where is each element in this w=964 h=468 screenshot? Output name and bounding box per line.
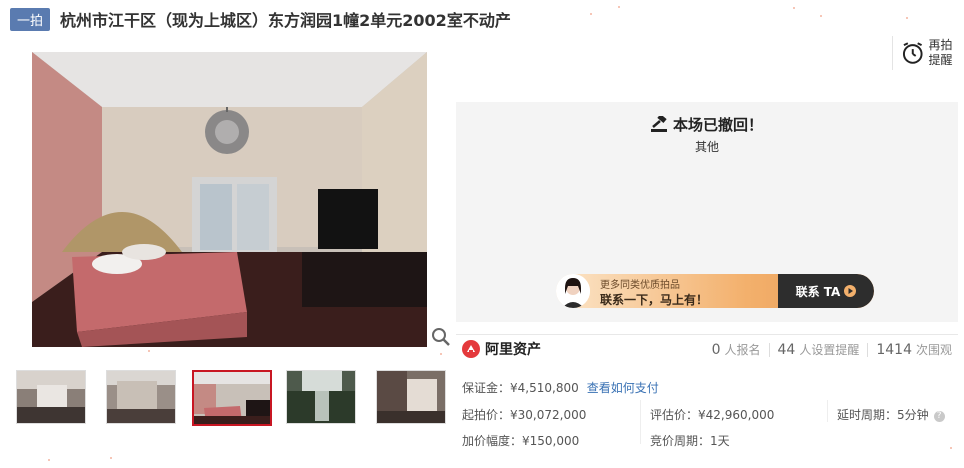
views-label: 次围观 [915, 343, 952, 357]
contact-line2: 联系一下，马上有！ [600, 293, 709, 307]
decor-dot [820, 15, 822, 17]
help-icon[interactable]: ? [933, 411, 945, 422]
decor-dot [48, 459, 50, 461]
thumbnail-3[interactable] [192, 370, 272, 426]
appraisal-label: 评估价： [650, 408, 699, 422]
contact-ta-button[interactable]: 联系 TA [778, 274, 874, 308]
agent-avatar [556, 274, 590, 308]
remind-button[interactable]: 再拍提醒 [892, 36, 954, 70]
decor-dot [618, 6, 620, 8]
brand-name: 阿里资产 [485, 342, 541, 358]
status-headline-text: 本场已撤回！ [672, 116, 763, 134]
decor-dot [793, 7, 795, 9]
divider [768, 342, 770, 357]
decor-dot [440, 353, 442, 355]
deposit-payment-link[interactable]: 查看如何支付 [587, 381, 659, 395]
status-reason: 其他 [694, 140, 719, 154]
deposit-info: 保证金：¥4,510,800 查看如何支付 [462, 379, 659, 396]
delay-value: 5分钟 [897, 408, 929, 422]
increment-value: ¥150,000 [522, 434, 580, 448]
remind-label: 再拍提醒 [928, 38, 953, 67]
appraisal-info: 评估价：¥42,960,000 [650, 406, 774, 423]
increment-label: 加价幅度： [462, 434, 523, 448]
start-price-value: ¥30,072,000 [510, 408, 587, 422]
divider [640, 400, 641, 444]
decor-dot [950, 447, 952, 449]
thumbnail-1[interactable] [16, 370, 86, 424]
page-title: 杭州市江干区（现为上城区）东方润园1幢2单元2002室不动产 [60, 11, 511, 30]
page-header: 一拍 杭州市江干区（现为上城区）东方润园1幢2单元2002室不动产 [10, 6, 511, 32]
cycle-info: 竞价周期：1天 [650, 432, 730, 449]
divider [827, 400, 828, 422]
ali-assets-logo-icon [462, 340, 480, 358]
brand[interactable]: 阿里资产 [462, 339, 541, 359]
thumbnail-5[interactable] [376, 370, 446, 424]
auction-stats: 0 人报名 44 人设置提醒 1414 次围观 [712, 341, 952, 358]
decor-dot [906, 17, 908, 19]
status-headline: 本场已撤回！ [456, 114, 958, 135]
contact-banner[interactable]: 更多同类优质拍品 联系一下，马上有！ 联系 TA [556, 274, 874, 308]
thumbnail-4[interactable] [286, 370, 356, 424]
auction-status-panel: 本场已撤回！ 其他 更多同类优质拍品 联系一下，马上有！ 联系 TA [456, 102, 958, 322]
decor-dot [148, 350, 150, 352]
views-count: 1414 [876, 341, 912, 358]
increment-info: 加价幅度：¥150,000 [462, 432, 579, 449]
appraisal-value: ¥42,960,000 [698, 408, 775, 422]
thumbnail-strip [16, 370, 448, 426]
deposit-value: ¥4,510,800 [510, 381, 579, 395]
gavel-icon [650, 114, 667, 132]
zoom-icon[interactable] [430, 326, 452, 348]
signups-count: 0 [711, 341, 721, 358]
main-property-photo[interactable] [32, 52, 427, 347]
reminders-count: 44 [777, 341, 796, 358]
signups-label: 人报名 [724, 343, 761, 357]
start-price-label: 起拍价： [462, 408, 511, 422]
cycle-value: 1天 [710, 434, 730, 448]
start-price-info: 起拍价：¥30,072,000 [462, 406, 586, 423]
deposit-label: 保证金： [462, 381, 511, 395]
play-arrow-icon [844, 285, 857, 297]
cycle-label: 竞价周期： [650, 434, 711, 448]
thumbnail-2[interactable] [106, 370, 176, 424]
delay-info: 延时周期：5分钟? [837, 406, 945, 423]
alarm-clock-icon [902, 42, 923, 64]
decor-dot [590, 13, 592, 15]
decor-dot [110, 457, 112, 459]
contact-ta-label: 联系 TA [795, 284, 841, 299]
contact-line1: 更多同类优质拍品 [600, 280, 680, 291]
brand-stats-row: 阿里资产 0 人报名 44 人设置提醒 1414 次围观 [456, 334, 958, 365]
auction-round-badge: 一拍 [10, 7, 51, 31]
divider [867, 342, 869, 357]
reminders-label: 人设置提醒 [799, 343, 860, 357]
delay-label: 延时周期： [837, 408, 898, 422]
